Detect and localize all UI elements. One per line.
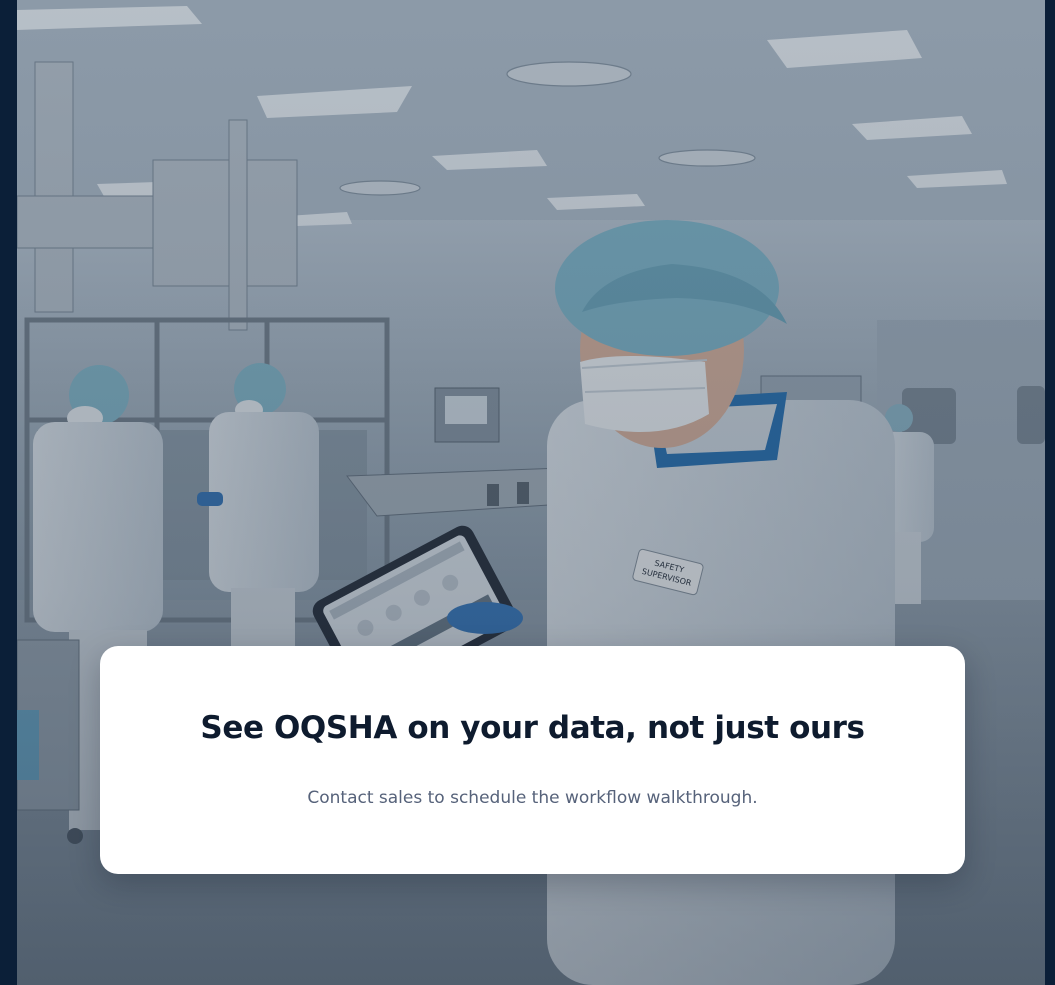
cta-card: See OQSHA on your data, not just ours Co… xyxy=(100,646,965,874)
cta-subtitle: Contact sales to schedule the workflow w… xyxy=(307,788,758,808)
cta-title: See OQSHA on your data, not just ours xyxy=(200,710,865,746)
